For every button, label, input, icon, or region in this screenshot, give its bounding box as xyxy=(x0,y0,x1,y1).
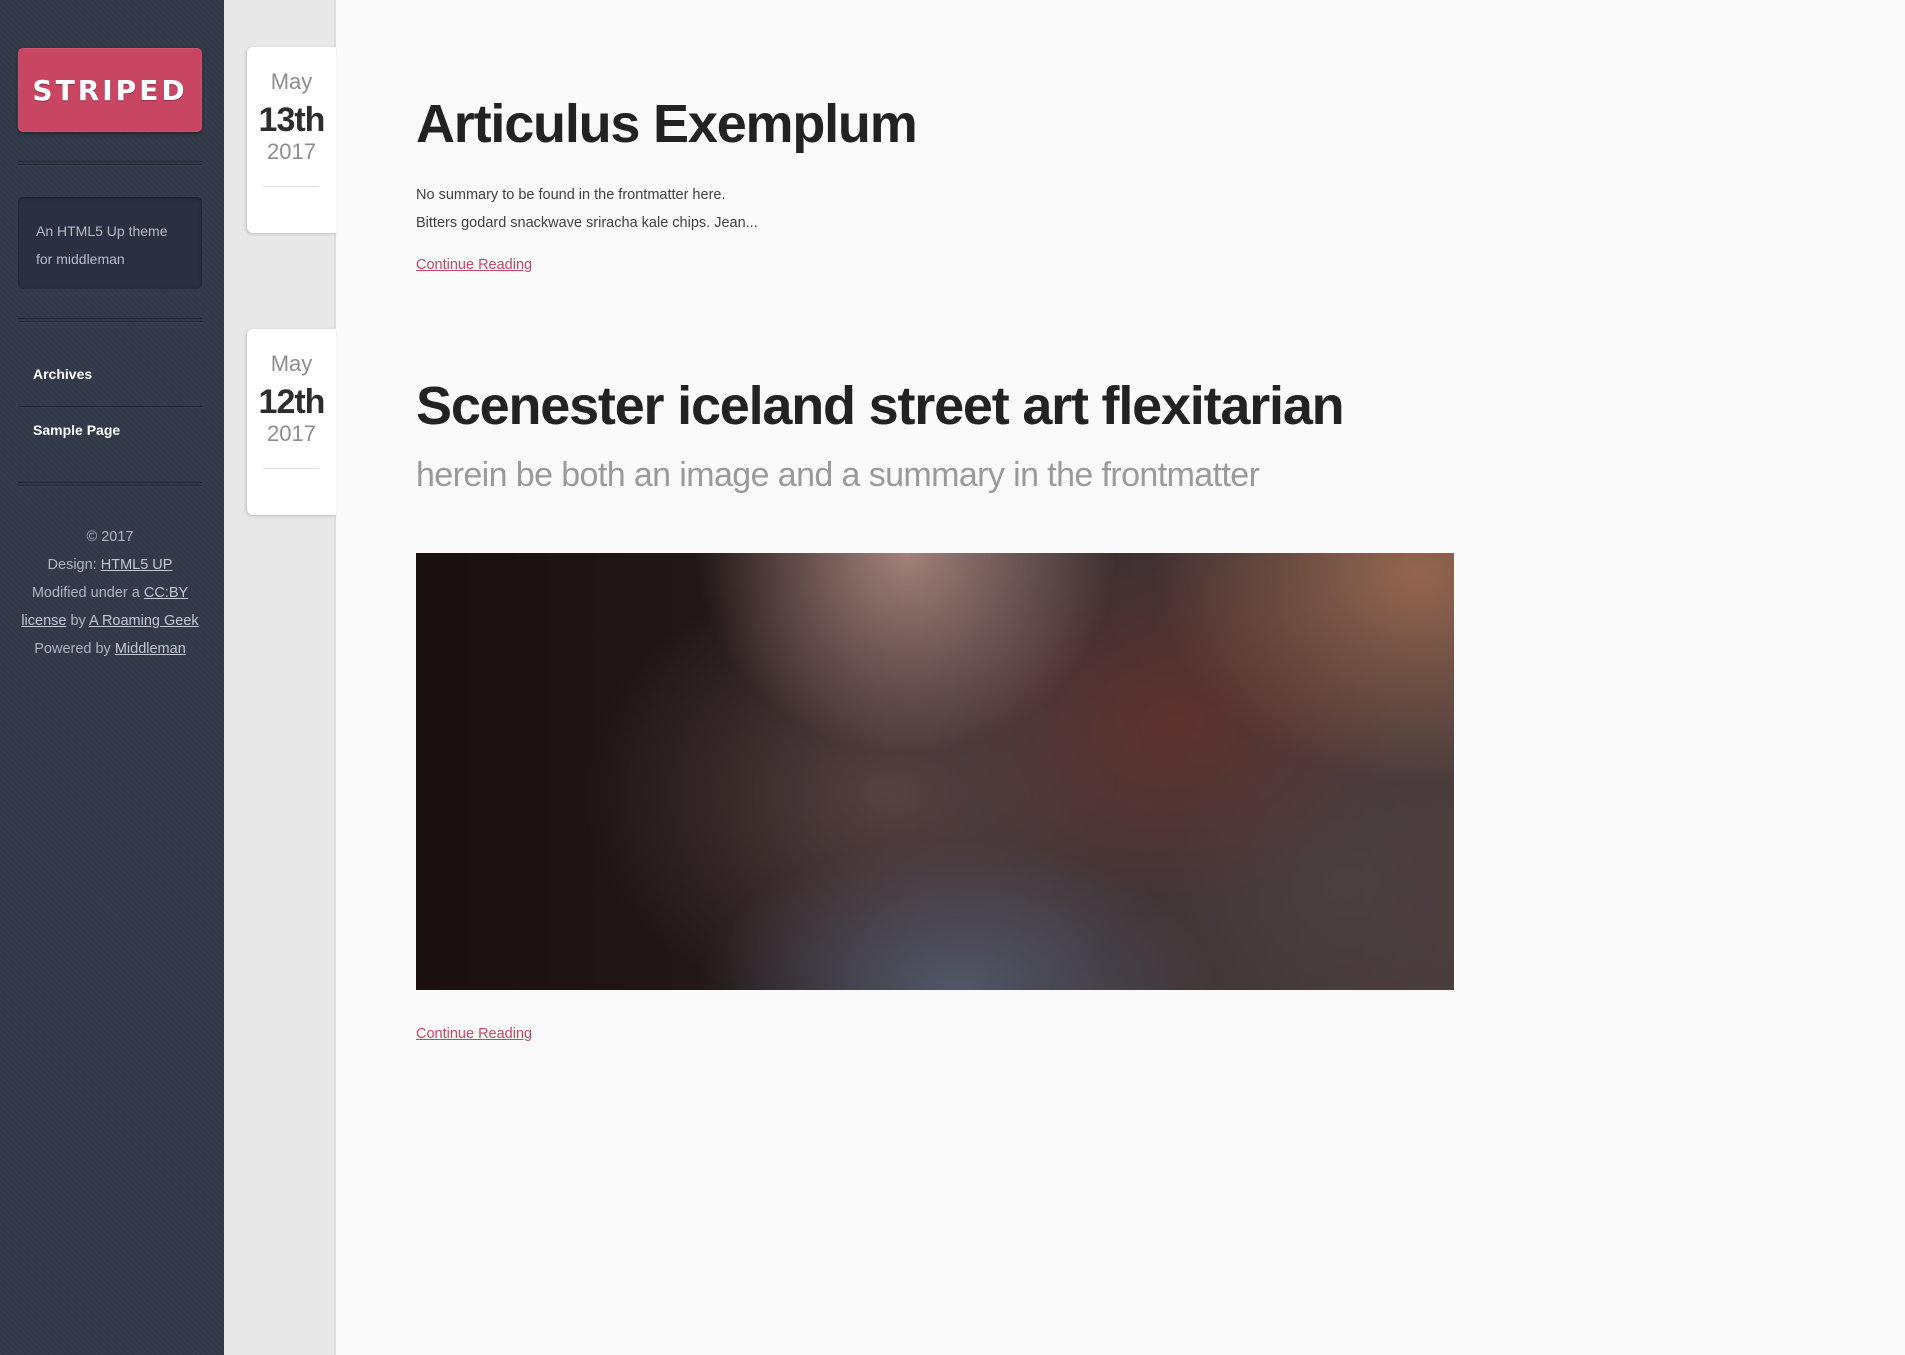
post-date-day: 13th xyxy=(258,101,326,139)
sidebar-divider xyxy=(18,482,202,486)
sidebar-divider xyxy=(18,161,202,165)
post-date-year: 2017 xyxy=(267,421,316,446)
date-divider xyxy=(263,186,319,187)
post-summary: No summary to be found in the frontmatte… xyxy=(416,187,758,231)
post-date: May 12th 2017 xyxy=(247,329,336,515)
continue-reading-link[interactable]: Continue Reading xyxy=(416,1026,532,1042)
post-date-year: 2017 xyxy=(267,139,316,164)
continue-reading-link[interactable]: Continue Reading xyxy=(416,257,532,273)
sidebar-footer: © 2017 Design: HTML5 UP Modified under a… xyxy=(18,523,202,663)
sidebar: STRIPED An HTML5 Up theme for middleman … xyxy=(0,0,224,1355)
date-divider xyxy=(263,468,319,469)
site-logo[interactable]: STRIPED xyxy=(18,48,202,132)
middleman-link[interactable]: Middleman xyxy=(115,641,186,657)
sidebar-item-archives[interactable]: Archives xyxy=(18,351,202,406)
post-date: May 13th 2017 xyxy=(247,47,336,233)
sidebar-item-sample-page[interactable]: Sample Page xyxy=(18,406,202,461)
post-date-day: 12th xyxy=(258,383,326,421)
author-link[interactable]: A Roaming Geek xyxy=(89,613,199,629)
post-title[interactable]: Scenester iceland street art flexitarian xyxy=(416,375,1345,437)
post-date-month: May xyxy=(270,351,313,376)
post-date-month: May xyxy=(270,69,313,94)
html5up-link[interactable]: HTML5 UP xyxy=(101,557,173,573)
sidebar-nav: Archives Sample Page xyxy=(18,351,202,461)
sidebar-divider xyxy=(18,318,202,322)
post-featured-image[interactable] xyxy=(416,553,1454,990)
design-credit: Design: HTML5 UP xyxy=(47,557,173,573)
post-subtitle: herein be both an image and a summary in… xyxy=(416,456,1260,494)
copyright: © 2017 xyxy=(86,529,134,545)
powered-credit: Powered by Middleman xyxy=(34,641,186,657)
license-credit: Modified under a CC:BY license by A Roam… xyxy=(21,585,199,629)
post-title[interactable]: Articulus Exemplum xyxy=(416,93,918,155)
site-tagline: An HTML5 Up theme for middleman xyxy=(18,197,202,289)
